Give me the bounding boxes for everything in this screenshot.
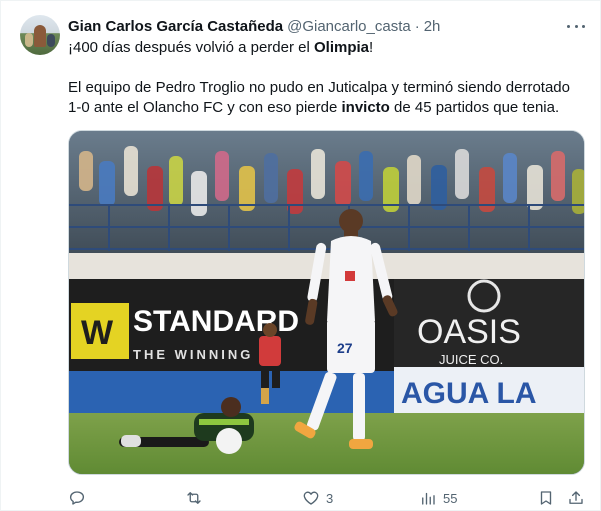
tweet-text-line-1: ¡400 días después volvió a perder el Oli… — [68, 38, 373, 58]
text-segment: 1-0 ante el Olancho FC y con eso pierde — [68, 99, 342, 116]
sign-juice-text: JUICE CO. — [439, 352, 503, 367]
tweet[interactable]: Gian Carlos García Castañeda @Giancarlo_… — [0, 0, 601, 511]
author-handle[interactable]: @Giancarlo_casta — [287, 18, 411, 35]
more-icon[interactable] — [567, 17, 585, 35]
text-segment: de 45 partidos que tenia. — [389, 99, 560, 116]
text-bold-invicto: invicto — [341, 99, 390, 116]
text-segment: ! — [369, 39, 374, 56]
text-bold-olimpia: Olimpia — [313, 39, 369, 56]
timestamp[interactable]: 2h — [424, 18, 441, 35]
bookmark-button[interactable] — [537, 485, 555, 511]
sign-agua-text: AGUA LA — [401, 377, 537, 410]
reply-icon — [69, 491, 85, 505]
tweet-header: Gian Carlos García Castañeda @Giancarlo_… — [68, 16, 440, 36]
views-icon — [422, 492, 435, 505]
avatar[interactable] — [20, 15, 60, 55]
text-segment: ¡400 días después volvió a perder el — [68, 39, 314, 56]
tweet-text-line-2: El equipo de Pedro Troglio no pudo en Ju… — [68, 79, 570, 96]
author-name[interactable]: Gian Carlos García Castañeda — [68, 18, 283, 35]
views-button[interactable]: 55 — [419, 485, 457, 511]
like-icon — [303, 491, 319, 505]
retweet-icon — [187, 492, 201, 504]
share-button[interactable] — [567, 485, 585, 511]
player-number: 27 — [337, 340, 353, 356]
like-count: 3 — [326, 490, 334, 506]
share-icon — [569, 491, 583, 504]
retweet-button[interactable] — [185, 485, 209, 511]
separator: · — [414, 17, 420, 35]
stadium-wall — [69, 253, 584, 279]
tweet-text-line-3: 1-0 ante el Olancho FC y con eso pierde … — [68, 98, 559, 118]
bookmark-icon — [540, 491, 552, 505]
tweet-actions: 3 55 — [1, 485, 601, 511]
tweet-photo[interactable]: W STANDARD THE WINNING C OASIS JUICE CO.… — [68, 130, 585, 475]
views-count: 55 — [443, 490, 458, 506]
like-button[interactable]: 3 — [302, 485, 333, 511]
sign-standard-logo-mark: W — [81, 314, 114, 352]
reply-button[interactable] — [68, 485, 92, 511]
football-scene: W STANDARD THE WINNING C OASIS JUICE CO.… — [69, 131, 584, 474]
sign-winning-text: THE WINNING C — [133, 347, 272, 362]
sign-oasis-text: OASIS — [417, 313, 521, 351]
